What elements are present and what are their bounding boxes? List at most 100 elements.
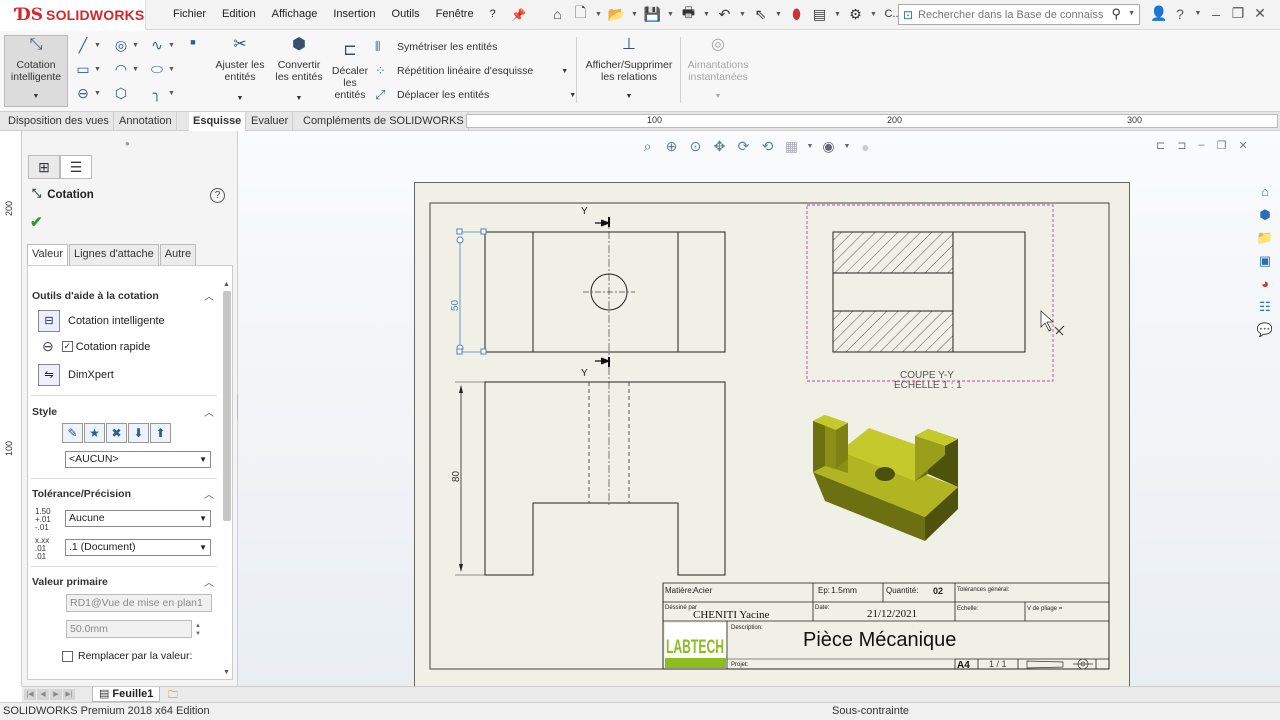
resources-home-icon[interactable]: ⌂ (1254, 182, 1276, 202)
solidworks-logo[interactable]: ƊS SOLIDWORKS (0, 0, 146, 30)
search-dropdown-icon[interactable]: ▼ (1128, 10, 1135, 17)
dimension-50-text[interactable]: 50 (450, 299, 461, 311)
zoom-in-out-icon[interactable]: ⊙ (686, 138, 705, 155)
smart-dimension-dropdown-icon[interactable]: ▼ (5, 91, 67, 103)
collapse-chevron-icon[interactable]: ︿ (204, 486, 214, 501)
new-dropdown-icon[interactable]: ▼ (594, 11, 603, 18)
pan-icon[interactable]: ✥ (710, 138, 729, 155)
save-dropdown-icon[interactable]: ▼ (666, 11, 675, 18)
linear-pattern-dropdown-icon[interactable]: ▼ (561, 68, 568, 75)
menu-outils[interactable]: Outils (384, 8, 428, 20)
spline-icon[interactable]: ∿ (148, 37, 166, 54)
redraw-icon[interactable]: ⟲ (758, 138, 777, 155)
file-properties-icon[interactable]: ▤ (810, 4, 829, 24)
tab-annotation[interactable]: Annotation (115, 112, 177, 131)
value-spinner-icon[interactable]: ▲ ▼ (195, 622, 201, 638)
collapse-chevron-icon[interactable]: ︿ (204, 404, 214, 419)
help-dropdown-icon[interactable]: ▼ (1194, 10, 1202, 17)
circle-icon[interactable]: ◎ (112, 37, 130, 54)
search-input[interactable]: Rechercher dans la Base de connaissa (918, 9, 1103, 21)
slot-icon[interactable]: ⊖ (74, 85, 92, 102)
scroll-up-icon[interactable]: ▲ (223, 281, 230, 288)
first-sheet-icon[interactable]: |◀ (24, 689, 36, 700)
snaps-dropdown-icon[interactable]: ▼ (683, 91, 753, 103)
forum-icon[interactable]: 💬 (1254, 320, 1276, 340)
print-dropdown-icon[interactable]: ▼ (702, 11, 711, 18)
side-view[interactable] (455, 367, 726, 576)
undo-icon[interactable]: ↶ (715, 4, 734, 24)
subtab-valeur[interactable]: Valeur (27, 244, 68, 265)
arc-dropdown-icon[interactable]: ▼ (132, 66, 139, 73)
precision-combo[interactable]: .1 (Document) ▼ (65, 539, 211, 556)
menu-insertion[interactable]: Insertion (325, 8, 383, 20)
dimension-name-field[interactable]: RD1@Vue de mise en plan1 (66, 594, 212, 612)
search-icon[interactable]: ⚲ (1111, 6, 1121, 22)
design-library-icon[interactable]: ⬢ (1254, 205, 1276, 225)
minimize-icon[interactable]: – (1208, 6, 1224, 22)
relations-dropdown-icon[interactable]: ▼ (580, 91, 678, 103)
next-view-icon[interactable]: ⊐ (1177, 139, 1186, 152)
line-icon[interactable]: ╱ (74, 37, 92, 54)
menu-affichage[interactable]: Affichage (264, 8, 326, 20)
style-load-icon[interactable]: ⬆ (150, 423, 171, 443)
section-header-tools[interactable]: Outils d'aide à la cotation (32, 290, 159, 302)
help-icon[interactable]: ? (1172, 6, 1188, 22)
quick-dimension-checkbox[interactable]: ✓ (61, 341, 73, 352)
menu-fichier[interactable]: Fichier (165, 8, 214, 20)
style-apply-default-icon[interactable]: ✎ (62, 423, 83, 443)
file-explorer-icon[interactable]: 📁 (1254, 228, 1276, 248)
appearances-icon[interactable]: ◕ (1254, 274, 1276, 294)
style-add-icon[interactable]: ★ (84, 423, 105, 443)
dimension-80-text[interactable]: 80 (451, 470, 462, 482)
section-view-y-y[interactable] (806, 204, 1054, 382)
prev-sheet-icon[interactable]: ◀ (37, 689, 49, 700)
restore-icon[interactable]: ❐ (1230, 5, 1246, 22)
convert-entities-button[interactable]: ⬢ Convertir les entités ▼ (270, 37, 328, 105)
line-dropdown-icon[interactable]: ▼ (94, 42, 101, 49)
next-sheet-icon[interactable]: ▶ (50, 689, 62, 700)
user-icon[interactable]: 👤 (1150, 5, 1167, 22)
linear-pattern-button[interactable]: ⁘ Répétition linéaire d'esquisse ▼ (375, 63, 568, 79)
style-delete-icon[interactable]: ✖ (106, 423, 127, 443)
print-icon[interactable]: 🖶 (679, 4, 698, 24)
menu-fenetre[interactable]: Fenêtre (428, 8, 482, 20)
menu-help[interactable]: ? (482, 8, 504, 20)
zoom-to-fit-icon[interactable]: ⌕ (638, 138, 657, 155)
last-sheet-icon[interactable]: ▶| (63, 689, 75, 700)
subtab-autre[interactable]: Autre (159, 244, 197, 265)
properties-dropdown-icon[interactable]: ▼ (833, 11, 842, 18)
fillet-icon[interactable]: ╮ (148, 85, 166, 102)
dimension-value-field[interactable]: 50.0mm (66, 620, 192, 638)
override-value-option[interactable]: Remplacer par la valeur: (62, 650, 192, 662)
home-icon[interactable]: ⌂ (548, 4, 567, 24)
override-value-checkbox[interactable] (62, 650, 73, 662)
isometric-view[interactable] (813, 415, 958, 541)
menu-edition[interactable]: Edition (214, 8, 264, 20)
rebuild-icon[interactable]: ⬮ (787, 4, 806, 24)
view-orientation-icon[interactable]: ▦ (782, 138, 801, 155)
doc-restore-icon[interactable]: ❐ (1217, 139, 1227, 152)
section-header-tolerance[interactable]: Tolérance/Précision (32, 488, 131, 500)
select-dropdown-icon[interactable]: ▼ (774, 11, 783, 18)
scroll-thumb[interactable] (223, 291, 231, 521)
mirror-entities-button[interactable]: ⫴ Symétriser les entités (375, 39, 497, 55)
new-document-icon[interactable]: 🗋 (571, 4, 590, 24)
tab-complements[interactable]: Compléments de SOLIDWORKS (299, 112, 469, 131)
offset-entities-button[interactable]: ⊏ Décaler les entités (328, 43, 372, 102)
section-header-style[interactable]: Style (32, 406, 57, 418)
pin-icon[interactable]: 📌 (511, 8, 526, 22)
feature-manager-tab-icon[interactable]: ⊞ (28, 155, 60, 179)
graphics-area[interactable]: ⌕ ⊕ ⊙ ✥ ⟳ ⟲ ▦ ▼ ◉ ▼ ● ⊏ ⊐ – ❐ ✕ ⌂ ⬢ 📁 ▣ ◕ … (238, 131, 1280, 688)
tolerance-combo[interactable]: Aucune ▼ (65, 510, 211, 527)
open-dropdown-icon[interactable]: ▼ (630, 11, 639, 18)
ellipse-icon[interactable]: ⬭ (148, 61, 166, 78)
collapse-chevron-icon[interactable]: ︿ (204, 574, 214, 589)
custom-properties-icon[interactable]: ☷ (1254, 297, 1276, 317)
move-entities-button[interactable]: ⤢ Déplacer les entités ▼ (375, 87, 576, 103)
undo-dropdown-icon[interactable]: ▼ (738, 11, 747, 18)
property-manager-tab-icon[interactable]: ☰ (60, 155, 92, 179)
trim-entities-button[interactable]: ✂ Ajuster les entités ▼ (210, 37, 270, 105)
rectangle-icon[interactable]: ▭ (74, 61, 92, 78)
front-view[interactable] (456, 217, 726, 367)
ok-checkmark-icon[interactable]: ✔ (30, 213, 43, 231)
